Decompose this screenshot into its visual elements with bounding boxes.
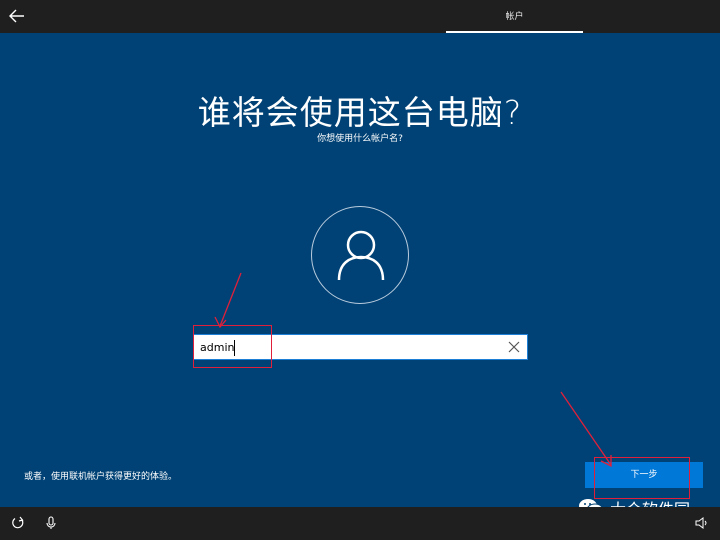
username-input[interactable]: admin: [193, 334, 528, 360]
tab-active-indicator: [446, 31, 583, 33]
page-title: 谁将会使用这台电脑?: [197, 93, 523, 132]
close-icon[interactable]: [507, 340, 521, 354]
microphone-icon[interactable]: [44, 516, 58, 530]
tab-account[interactable]: 帐户: [446, 0, 583, 33]
accessibility-icon[interactable]: [11, 516, 25, 530]
avatar: [311, 206, 409, 304]
username-value: admin: [200, 341, 235, 354]
back-arrow-icon: [9, 9, 24, 23]
top-bar: 帐户: [0, 0, 720, 33]
back-button[interactable]: [6, 5, 28, 27]
user-icon: [337, 230, 385, 281]
online-account-link[interactable]: 或者，使用联机帐户获得更好的体验。: [24, 469, 177, 482]
bottom-bar: [0, 507, 720, 540]
page-subtitle: 你想使用什么帐户名?: [317, 134, 403, 144]
text-caret: [234, 340, 235, 356]
next-button[interactable]: 下一步: [585, 462, 703, 488]
volume-icon[interactable]: [695, 516, 709, 530]
